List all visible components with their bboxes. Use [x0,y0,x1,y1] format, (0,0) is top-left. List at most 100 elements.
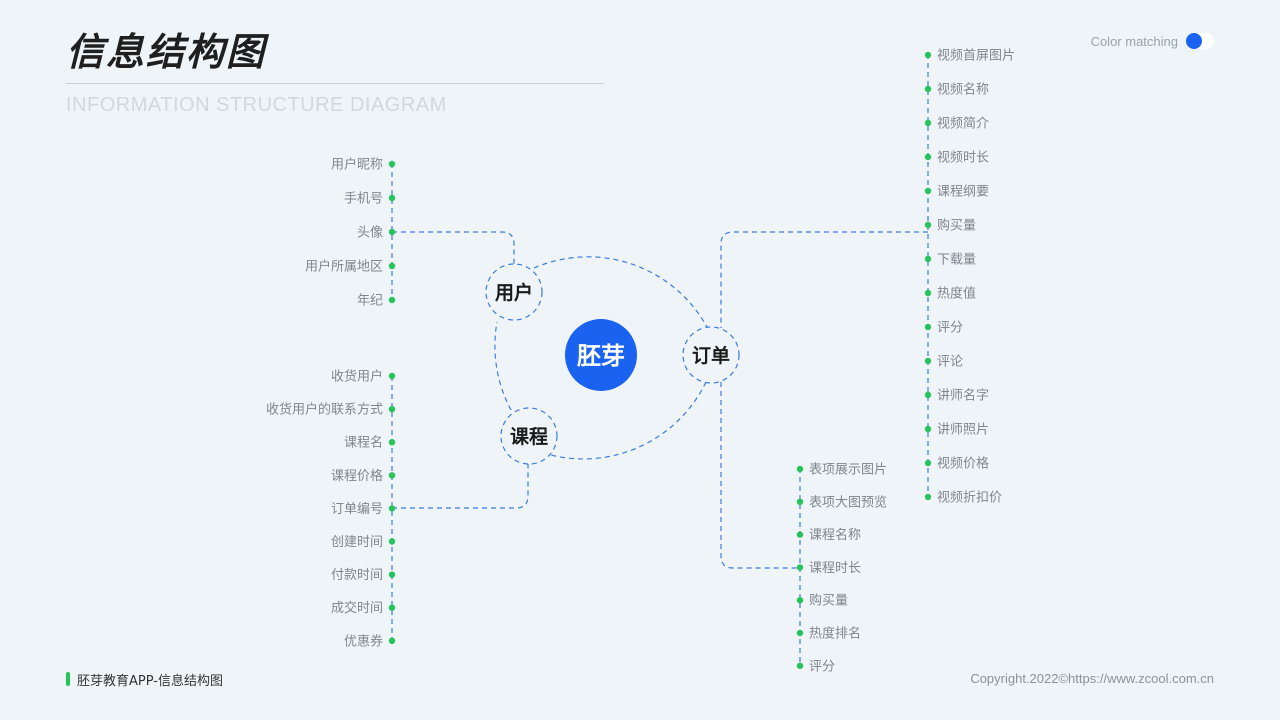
bullet-dot [388,194,396,202]
order-upper-item[interactable]: 视频折扣价 [924,491,1002,506]
bullet-dot [924,119,932,127]
order-lower-item-label: 课程名称 [809,527,861,543]
order-upper-item[interactable]: 视频名称 [924,82,989,98]
bullet-dot [796,465,804,473]
bullet-dot [924,153,932,161]
center-node[interactable]: 胚芽 [565,319,637,391]
bullet-dot [388,637,396,644]
attribute-items: 用户昵称手机号头像用户所属地区年纪收货用户收货用户的联系方式课程名课程价格订单编… [266,49,1015,675]
bullet-dot [924,425,932,433]
bullet-dot [924,493,932,501]
course-item[interactable]: 付款时间 [331,568,396,583]
course-item[interactable]: 课程名 [344,435,396,451]
order-upper-item-label: 下载量 [937,253,976,268]
user-item-label: 手机号 [344,192,383,207]
bullet-dot [796,629,804,637]
bullet-dot [924,51,932,59]
node-order-label: 订单 [692,344,730,367]
ring-arc-user-order [533,256,708,328]
order-lower-item[interactable]: 课程名称 [796,527,861,543]
course-item[interactable]: 收货用户的联系方式 [266,402,396,418]
order-upper-item[interactable]: 课程纲要 [924,185,989,200]
bullet-dot [388,372,396,380]
order-upper-item-label: 讲师名字 [937,388,989,404]
order-upper-item-label: 购买量 [937,218,976,234]
order-upper-item[interactable]: 评分 [924,321,963,336]
bullet-dot [796,498,804,505]
order-upper-item[interactable]: 评论 [924,355,963,370]
bullet-dot [924,391,932,399]
bullet-dot [924,357,932,365]
order-upper-item[interactable]: 视频价格 [924,456,989,472]
course-item-label: 课程名 [344,435,383,451]
node-course-label: 课程 [510,426,548,448]
order-upper-item[interactable]: 视频时长 [924,151,989,166]
bullet-dot [796,531,804,538]
order-lower-item-label: 热度排名 [809,626,861,642]
course-item[interactable]: 订单编号 [331,502,396,517]
order-lower-item[interactable]: 购买量 [796,593,848,609]
bullet-dot [388,228,396,236]
order-lower-item[interactable]: 表项展示图片 [796,463,887,478]
order-upper-item[interactable]: 讲师名字 [924,388,989,404]
order-lower-item-label: 课程时长 [809,561,861,576]
order-upper-item[interactable]: 视频简介 [924,116,989,132]
order-lower-item-label: 表项大图预览 [809,494,887,510]
order-upper-item-label: 热度值 [937,286,976,302]
user-item[interactable]: 手机号 [344,192,396,207]
order-upper-item[interactable]: 下载量 [924,253,976,268]
footer-accent-bar [66,672,70,686]
course-item-label: 收货用户 [331,369,383,385]
order-lower-item[interactable]: 表项大图预览 [796,494,887,510]
bullet-dot [924,255,932,263]
user-item[interactable]: 用户所属地区 [305,259,396,275]
order-lower-item[interactable]: 课程时长 [796,561,861,576]
user-item-label: 年纪 [357,294,383,309]
user-item[interactable]: 年纪 [357,294,396,309]
order-upper-item-label: 视频价格 [937,456,989,472]
node-user[interactable]: 用户 [485,263,543,321]
course-item[interactable]: 创建时间 [331,535,396,550]
node-user-label: 用户 [495,281,533,304]
bullet-dot [388,405,396,413]
order-upper-item-label: 讲师照片 [937,423,989,438]
order-upper-item-label: 评论 [937,355,963,370]
user-item[interactable]: 用户昵称 [331,157,396,173]
node-course[interactable]: 课程 [500,407,558,465]
order-upper-item-label: 视频折扣价 [937,491,1002,506]
user-item-label: 用户昵称 [331,157,383,173]
course-item-label: 课程价格 [331,468,383,484]
bullet-dot [388,571,396,578]
order-upper-item-label: 视频名称 [937,82,989,98]
order-lower-item-label: 购买量 [809,593,848,609]
order-upper-item[interactable]: 购买量 [924,218,976,234]
bullet-dot [388,439,396,446]
user-item[interactable]: 头像 [357,226,396,241]
bullet-dot [388,160,396,168]
course-item[interactable]: 优惠券 [344,633,396,649]
node-order[interactable]: 订单 [682,326,740,384]
order-upper-item-label: 课程纲要 [937,185,989,200]
order-upper-item[interactable]: 视频首屏图片 [924,49,1015,64]
course-connector [392,464,529,509]
user-connector [392,231,515,264]
footer-title-text: 胚芽教育APP-信息结构图 [77,673,223,689]
course-item[interactable]: 成交时间 [331,600,396,616]
bullet-dot [796,564,804,571]
order-lower-item[interactable]: 热度排名 [796,626,861,642]
course-item[interactable]: 课程价格 [331,468,396,484]
structure-diagram: 胚芽 用户 订单 课程 用户昵称手机号头像用户所属地区年纪收货用户收货用户的联系… [266,49,1015,675]
bullet-dot [796,662,804,669]
course-item-label: 订单编号 [331,502,383,517]
order-upper-item-label: 视频时长 [937,151,989,166]
course-item[interactable]: 收货用户 [331,369,396,385]
bullet-dot [924,459,932,467]
order-lower-item[interactable]: 评分 [796,659,835,674]
ring-arc-order-course [550,381,707,460]
bullet-dot [388,472,396,479]
copyright: Copyright.2022©https://www.zcool.com.cn [970,671,1214,686]
course-item-label: 成交时间 [331,600,383,616]
bullet-dot [796,597,804,604]
order-upper-item[interactable]: 热度值 [924,286,976,302]
order-upper-item[interactable]: 讲师照片 [924,423,989,438]
